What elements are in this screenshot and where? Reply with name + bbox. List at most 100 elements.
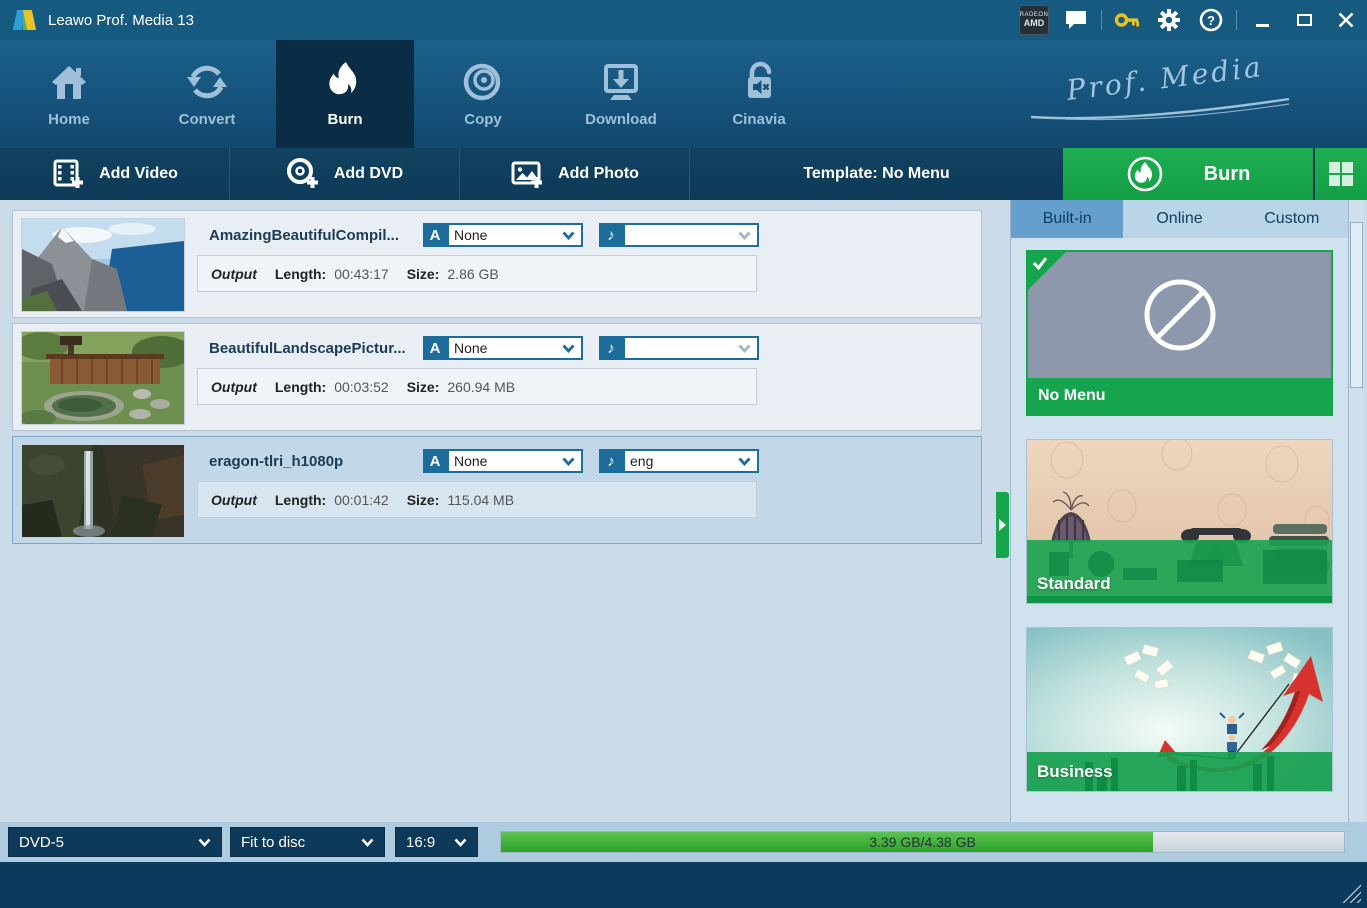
disc-settings-bar: DVD-5 Fit to disc 16:9 3.39 GB/4.38 GB	[0, 822, 1367, 862]
resize-grip[interactable]	[1341, 883, 1361, 903]
amd-radeon-icon: RADEON AMD	[1019, 5, 1049, 35]
cinavia-unlock-icon	[737, 60, 781, 104]
titlebar-separator	[1236, 10, 1237, 30]
add-photo-button[interactable]: Add Photo	[460, 148, 690, 200]
chevron-down-icon	[454, 838, 467, 847]
nav-copy[interactable]: Copy	[414, 40, 552, 148]
disc-icon	[461, 60, 505, 104]
action-toolbar: Add Video Add DVD Add Photo Template: No…	[0, 148, 1367, 200]
add-dvd-icon	[286, 157, 320, 191]
fit-mode-select[interactable]: Fit to disc	[230, 827, 385, 857]
subtitle-select[interactable]: None	[447, 449, 583, 473]
file-row[interactable]: BeautifulLandscapePictur... A None ♪	[12, 323, 982, 431]
nav-convert[interactable]: Convert	[138, 40, 276, 148]
disc-type-select[interactable]: DVD-5	[8, 827, 222, 857]
file-list: AmazingBeautifulCompil... A None ♪	[0, 200, 1010, 822]
chevron-down-icon	[738, 344, 751, 353]
add-dvd-button[interactable]: Add DVD	[230, 148, 460, 200]
audio-select[interactable]	[623, 336, 759, 360]
chevron-down-icon	[361, 838, 374, 847]
file-row[interactable]: eragon-tlri_h1080p A None ♪ eng	[12, 436, 982, 544]
minimize-button[interactable]	[1241, 0, 1283, 40]
output-info: Output Length: 00:01:42 Size: 115.04 MB	[197, 481, 757, 518]
template-name: No Menu	[1028, 378, 1331, 414]
audio-icon: ♪	[599, 449, 623, 473]
maximize-icon	[1297, 14, 1312, 26]
audio-icon: ♪	[599, 223, 623, 247]
template-standard[interactable]: Standard	[1026, 439, 1333, 604]
output-info: Output Length: 00:43:17 Size: 2.86 GB	[197, 255, 757, 292]
file-title: eragon-tlri_h1080p	[209, 453, 421, 470]
capacity-progress-bar: 3.39 GB/4.38 GB	[500, 831, 1345, 853]
file-title: BeautifulLandscapePictur...	[209, 340, 421, 357]
nav-cinavia[interactable]: Cinavia	[690, 40, 828, 148]
home-icon	[47, 60, 91, 104]
add-video-label: Add Video	[99, 165, 178, 183]
vertical-scrollbar[interactable]	[1348, 200, 1364, 840]
chevron-down-icon	[562, 457, 575, 466]
template-tabs: Built-in Online Custom	[1011, 200, 1348, 238]
tab-custom[interactable]: Custom	[1236, 200, 1348, 238]
subtitle-icon: A	[423, 223, 447, 247]
fit-mode-value: Fit to disc	[241, 834, 305, 851]
layout-grid-button[interactable]	[1313, 148, 1367, 200]
template-no-menu[interactable]: No Menu	[1026, 250, 1333, 416]
convert-icon	[185, 60, 229, 104]
add-photo-icon	[510, 157, 544, 191]
audio-select[interactable]: eng	[623, 449, 759, 473]
output-label: Output	[211, 492, 257, 508]
subtitle-select[interactable]: None	[447, 336, 583, 360]
leawo-logo-icon	[12, 8, 38, 32]
nav-home[interactable]: Home	[0, 40, 138, 148]
subtitle-select[interactable]: None	[447, 223, 583, 247]
file-row[interactable]: AmazingBeautifulCompil... A None ♪	[12, 210, 982, 318]
subtitle-value: None	[454, 453, 487, 469]
audio-value: eng	[630, 453, 653, 469]
template-sidebar: Built-in Online Custom No Menu	[1010, 200, 1348, 822]
size-label: Size:	[407, 379, 440, 395]
burn-button[interactable]: Burn	[1063, 148, 1313, 200]
length-label: Length:	[275, 379, 326, 395]
chat-bubble-icon	[1064, 9, 1088, 31]
minimize-icon	[1256, 24, 1269, 27]
selected-check-icon	[1028, 252, 1066, 290]
help-button[interactable]: ?	[1190, 0, 1232, 40]
tab-online[interactable]: Online	[1123, 200, 1235, 238]
add-video-icon	[51, 157, 85, 191]
amd-radeon-button[interactable]: RADEON AMD	[1013, 0, 1055, 40]
size-label: Size:	[407, 492, 440, 508]
burn-button-icon	[1126, 155, 1164, 193]
subtitle-icon: A	[423, 336, 447, 360]
template-business[interactable]: Business	[1026, 627, 1333, 792]
register-button[interactable]	[1106, 0, 1148, 40]
brand-swoosh	[1025, 97, 1295, 121]
close-button[interactable]	[1325, 0, 1367, 40]
chevron-down-icon	[738, 231, 751, 240]
aspect-ratio-value: 16:9	[406, 834, 435, 851]
nav-download[interactable]: Download	[552, 40, 690, 148]
template-name: Standard	[1037, 574, 1111, 594]
size-label: Size:	[407, 266, 440, 282]
output-info: Output Length: 00:03:52 Size: 260.94 MB	[197, 368, 757, 405]
add-video-button[interactable]: Add Video	[0, 148, 230, 200]
output-label: Output	[211, 379, 257, 395]
tab-built-in[interactable]: Built-in	[1011, 200, 1123, 238]
length-value: 00:01:42	[334, 492, 389, 508]
aspect-ratio-select[interactable]: 16:9	[395, 827, 478, 857]
settings-button[interactable]	[1148, 0, 1190, 40]
download-icon	[599, 60, 643, 104]
subtitle-value: None	[454, 340, 487, 356]
maximize-button[interactable]	[1283, 0, 1325, 40]
template-selector-button[interactable]: Template: No Menu	[690, 148, 1063, 200]
chevron-down-icon	[738, 457, 751, 466]
size-value: 260.94 MB	[447, 379, 515, 395]
nav-burn[interactable]: Burn	[276, 40, 414, 148]
brand-signature: Prof. Media	[1025, 62, 1305, 121]
main-area: AmazingBeautifulCompil... A None ♪	[0, 200, 1367, 822]
panel-expander-handle[interactable]	[996, 492, 1009, 558]
capacity-progress-text: 3.39 GB/4.38 GB	[501, 832, 1344, 852]
audio-select[interactable]	[623, 223, 759, 247]
scrollbar-thumb[interactable]	[1350, 222, 1363, 388]
feedback-button[interactable]	[1055, 0, 1097, 40]
status-strip	[0, 862, 1367, 908]
